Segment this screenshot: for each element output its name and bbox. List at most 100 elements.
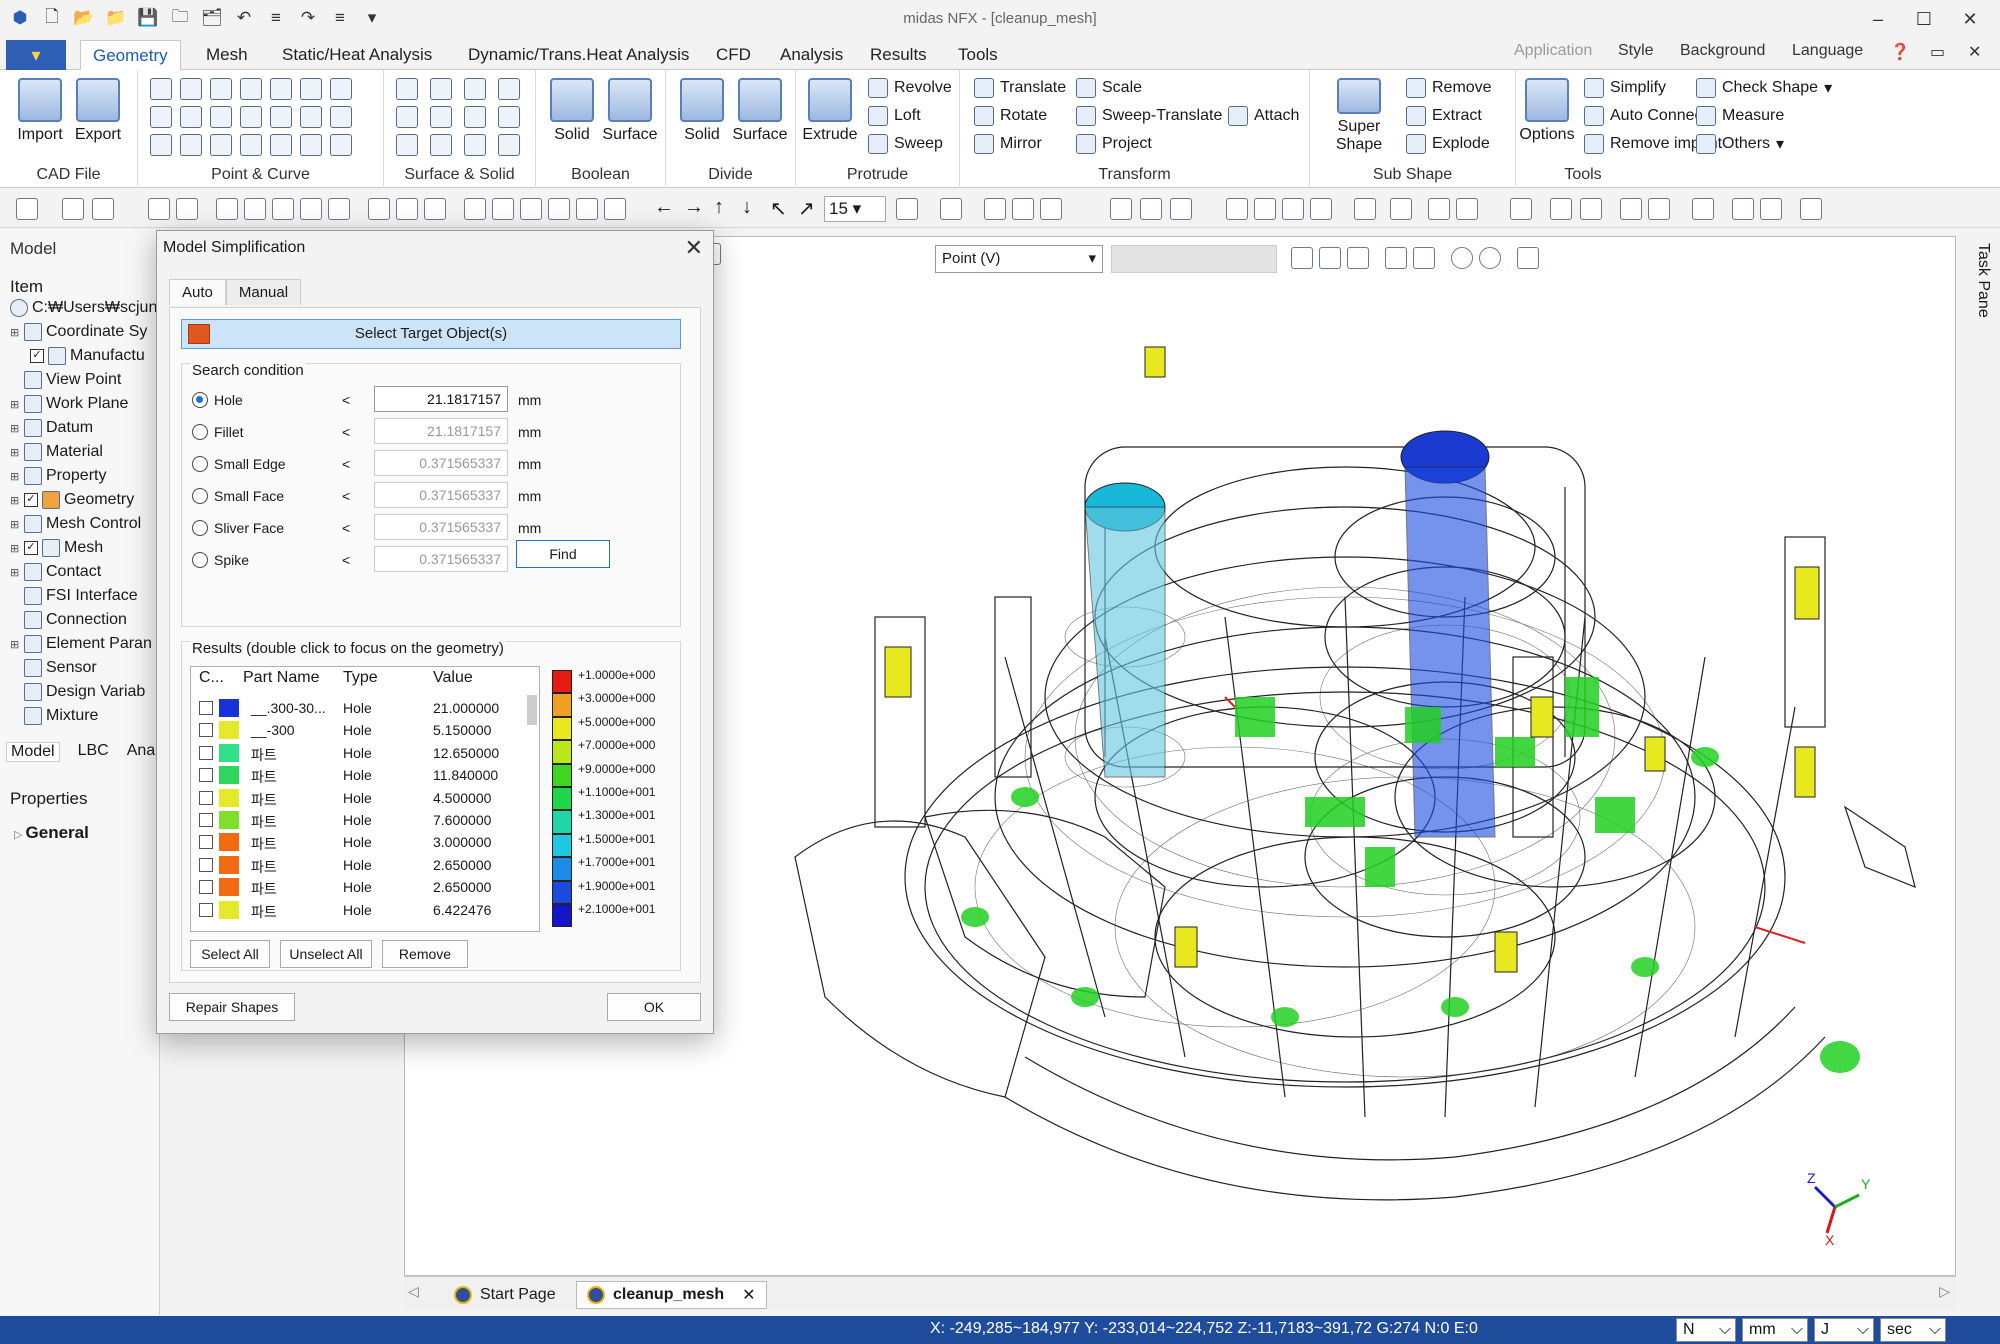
polygon-icon[interactable] [210,78,232,100]
snap-mode-select[interactable]: Point (V) ▾ [935,245,1103,273]
scroll-right-icon[interactable]: ▷ [1939,1283,1950,1300]
tree-item[interactable]: ⊞ Material [10,443,103,461]
lock-disabled-icon[interactable] [92,198,114,220]
small-edge-value-input[interactable]: 0.371565337 [374,450,508,476]
boolean-solid-button[interactable]: Solid [544,78,600,144]
shaded-icon[interactable] [984,198,1006,220]
spline-icon[interactable] [300,78,322,100]
fillet-value-input[interactable]: 21.1817157 [374,418,508,444]
export-button[interactable]: Export [70,78,126,144]
fill-surface-icon[interactable] [498,106,520,128]
tab-lbc[interactable]: LBC [78,742,109,762]
sliver-face-value-input[interactable]: 0.371565337 [374,514,508,540]
tree-item[interactable]: View Point [24,371,121,389]
global-g-icon[interactable] [1310,198,1332,220]
render-icon[interactable] [1456,198,1478,220]
results-scrollbar[interactable] [527,695,537,725]
ribbon-close-icon[interactable]: ✕ [1968,42,1981,62]
show-icon[interactable] [1110,198,1132,220]
tree-item[interactable]: ⊞ ✓ Geometry [10,491,134,509]
capture-icon[interactable] [1390,198,1412,220]
expand-icon[interactable]: ⊞ [10,326,20,339]
select-icon[interactable] [16,198,38,220]
select-all-button[interactable]: Select All [190,940,270,968]
extract-button[interactable]: Extract [1406,106,1482,126]
workplane-w-icon[interactable] [1282,198,1304,220]
tree-item[interactable]: Mixture [24,707,98,725]
table-row[interactable]: 파트 Hole 3.000000 [191,831,531,853]
row-checkbox[interactable] [199,880,213,895]
eraser-icon[interactable] [1517,247,1539,269]
zoom-fit-icon[interactable] [176,198,198,220]
dialog-close-button[interactable]: ✕ [685,235,703,261]
minimize-button[interactable]: – [1860,6,1896,32]
find-button[interactable]: Find [516,540,610,568]
expand-icon[interactable]: ⊞ [10,518,20,531]
rotate-view-icon[interactable] [272,198,294,220]
rotation-step-field[interactable]: 15 ▾ [824,196,886,222]
scroll-left-icon[interactable]: ◁ [408,1283,419,1300]
tab-mesh[interactable]: Mesh [194,40,260,71]
tree-item[interactable]: ⊞ Contact [10,563,101,581]
close-tab-icon[interactable]: ✕ [742,1285,755,1305]
results-table[interactable]: C... Part Name Type Value __.300-30... Ho… [190,666,540,932]
maximize-button[interactable]: ☐ [1906,6,1942,32]
rectangle-icon[interactable] [180,78,202,100]
tree-root[interactable]: C:₩Users₩scjung [10,299,166,317]
application-menu[interactable]: Application [1514,42,1592,60]
tree-item[interactable]: ✓ Manufactu [30,347,145,365]
arrow-right-icon[interactable]: → [684,196,704,219]
view-top-icon[interactable] [576,198,598,220]
curve-icon[interactable] [270,78,292,100]
tab-geometry[interactable]: Geometry [80,40,181,71]
filter-multi-icon[interactable] [1413,247,1435,269]
tree-item[interactable]: Connection [24,611,127,629]
tab-cleanup-mesh[interactable]: cleanup_mesh ✕ [576,1281,767,1309]
hash-icon[interactable] [1428,198,1450,220]
style-menu[interactable]: Style [1618,42,1654,60]
tree-item[interactable]: ⊞ Mesh Control [10,515,141,533]
check-shape-button[interactable]: Check Shape ▾ [1696,78,1832,98]
snap-icon[interactable] [1254,198,1276,220]
node-icon[interactable] [1620,198,1642,220]
small-edge-radio[interactable] [192,456,208,472]
time-unit-select[interactable]: sec ⌵ [1880,1318,1946,1342]
break-icon[interactable] [330,106,352,128]
arrow-left-icon[interactable]: ← [654,196,674,219]
spike-radio[interactable] [192,552,208,568]
table-row[interactable]: 파트 Hole 12.650000 [191,742,531,764]
tree-item[interactable]: FSI Interface [24,587,138,605]
rotate-button[interactable]: Rotate [974,106,1047,126]
app-menu-button[interactable]: ▾ [6,40,66,70]
divide-surface-button[interactable]: Surface [732,78,788,144]
view-left-icon[interactable] [520,198,542,220]
language-menu[interactable]: Language [1792,42,1863,60]
chamfer-icon[interactable] [330,134,352,156]
secondary-select[interactable] [1111,245,1277,273]
cube-icon[interactable] [430,78,452,100]
tree-item[interactable]: Design Variab [24,683,145,701]
remove-results-button[interactable]: Remove [382,940,468,968]
rotate-free-icon[interactable] [300,198,322,220]
force-unit-select[interactable]: N ⌵ [1676,1318,1736,1342]
simplify-button[interactable]: Simplify [1584,78,1666,98]
ok-button[interactable]: OK [607,993,701,1021]
diamond-icon[interactable] [240,78,262,100]
snap-grid-icon[interactable] [1291,247,1313,269]
toggle-icon[interactable] [1170,198,1192,220]
table-row[interactable]: 파트 Hole 6.422476 [191,899,531,921]
unselect-all-button[interactable]: Unselect All [280,940,372,968]
view-iso-icon[interactable] [604,198,626,220]
expand-icon[interactable]: ⊞ [10,470,20,483]
zoom-dynamic-icon[interactable] [244,198,266,220]
snap-line-icon[interactable] [1319,247,1341,269]
box-icon[interactable] [464,106,486,128]
expand-icon[interactable]: ⊞ [10,638,20,651]
sphere-icon[interactable] [430,106,452,128]
tab-dynamic-trans-heat-analysis[interactable]: Dynamic/Trans.Heat Analysis [456,40,701,71]
tree-item[interactable]: ⊞ Datum [10,419,93,437]
vertex-icon[interactable] [150,134,172,156]
view-right-icon[interactable] [548,198,570,220]
tab-tools[interactable]: Tools [946,40,1010,71]
measure-button[interactable]: Measure [1696,106,1784,126]
